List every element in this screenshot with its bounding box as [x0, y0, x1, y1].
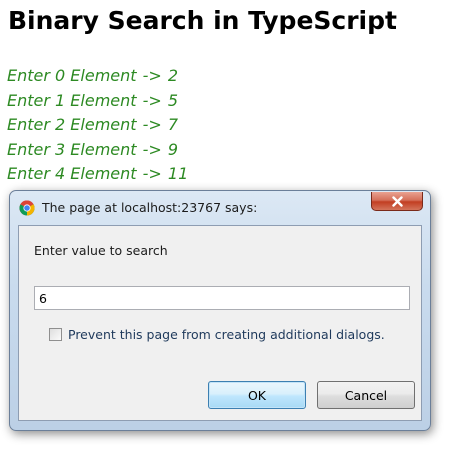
- element-value: 11: [167, 164, 189, 183]
- arrow-text: ->: [142, 139, 162, 159]
- chrome-icon: [19, 200, 35, 216]
- element-value: 2: [167, 66, 179, 85]
- element-line-1: Enter 1 Element -> 5: [7, 89, 188, 114]
- arrow-text: ->: [142, 90, 162, 110]
- close-icon: [391, 195, 403, 207]
- arrow-text: ->: [142, 115, 162, 134]
- cancel-button[interactable]: Cancel: [317, 381, 415, 409]
- element-label: Enter 0 Element: [7, 66, 137, 85]
- dialog-titlebar[interactable]: The page at localhost:23767 says:: [10, 191, 430, 225]
- element-label: Enter 2 Element: [7, 115, 137, 134]
- element-line-0: Enter 0 Element -> 2: [7, 64, 188, 89]
- element-line-3: Enter 3 Element -> 9: [7, 138, 188, 163]
- element-label: Enter 1 Element: [7, 90, 137, 110]
- arrow-text: ->: [142, 66, 162, 85]
- dialog-content: Enter value to search Prevent this page …: [18, 225, 422, 421]
- close-button[interactable]: [371, 192, 423, 211]
- prompt-dialog[interactable]: The page at localhost:23767 says: Enter …: [9, 190, 431, 431]
- element-line-4: Enter 4 Element -> 11: [7, 162, 188, 187]
- element-value: 7: [167, 115, 179, 134]
- element-value: 9: [167, 139, 179, 159]
- ok-button[interactable]: OK: [208, 381, 306, 409]
- prevent-dialogs-label[interactable]: Prevent this page from creating addition…: [68, 327, 385, 342]
- prevent-dialogs-checkbox[interactable]: [49, 328, 62, 341]
- element-label: Enter 3 Element: [7, 139, 137, 159]
- prevent-dialogs-row[interactable]: Prevent this page from creating addition…: [49, 327, 385, 342]
- page-title: Binary Search in TypeScript: [8, 6, 397, 35]
- element-label: Enter 4 Element: [7, 164, 137, 183]
- dialog-title: The page at localhost:23767 says:: [42, 200, 258, 215]
- search-value-input[interactable]: [34, 286, 410, 310]
- element-list: Enter 0 Element -> 2 Enter 1 Element -> …: [7, 64, 188, 187]
- element-value: 5: [167, 90, 179, 110]
- arrow-text: ->: [142, 164, 162, 183]
- element-line-2: Enter 2 Element -> 7: [7, 113, 188, 138]
- prompt-label: Enter value to search: [34, 243, 168, 258]
